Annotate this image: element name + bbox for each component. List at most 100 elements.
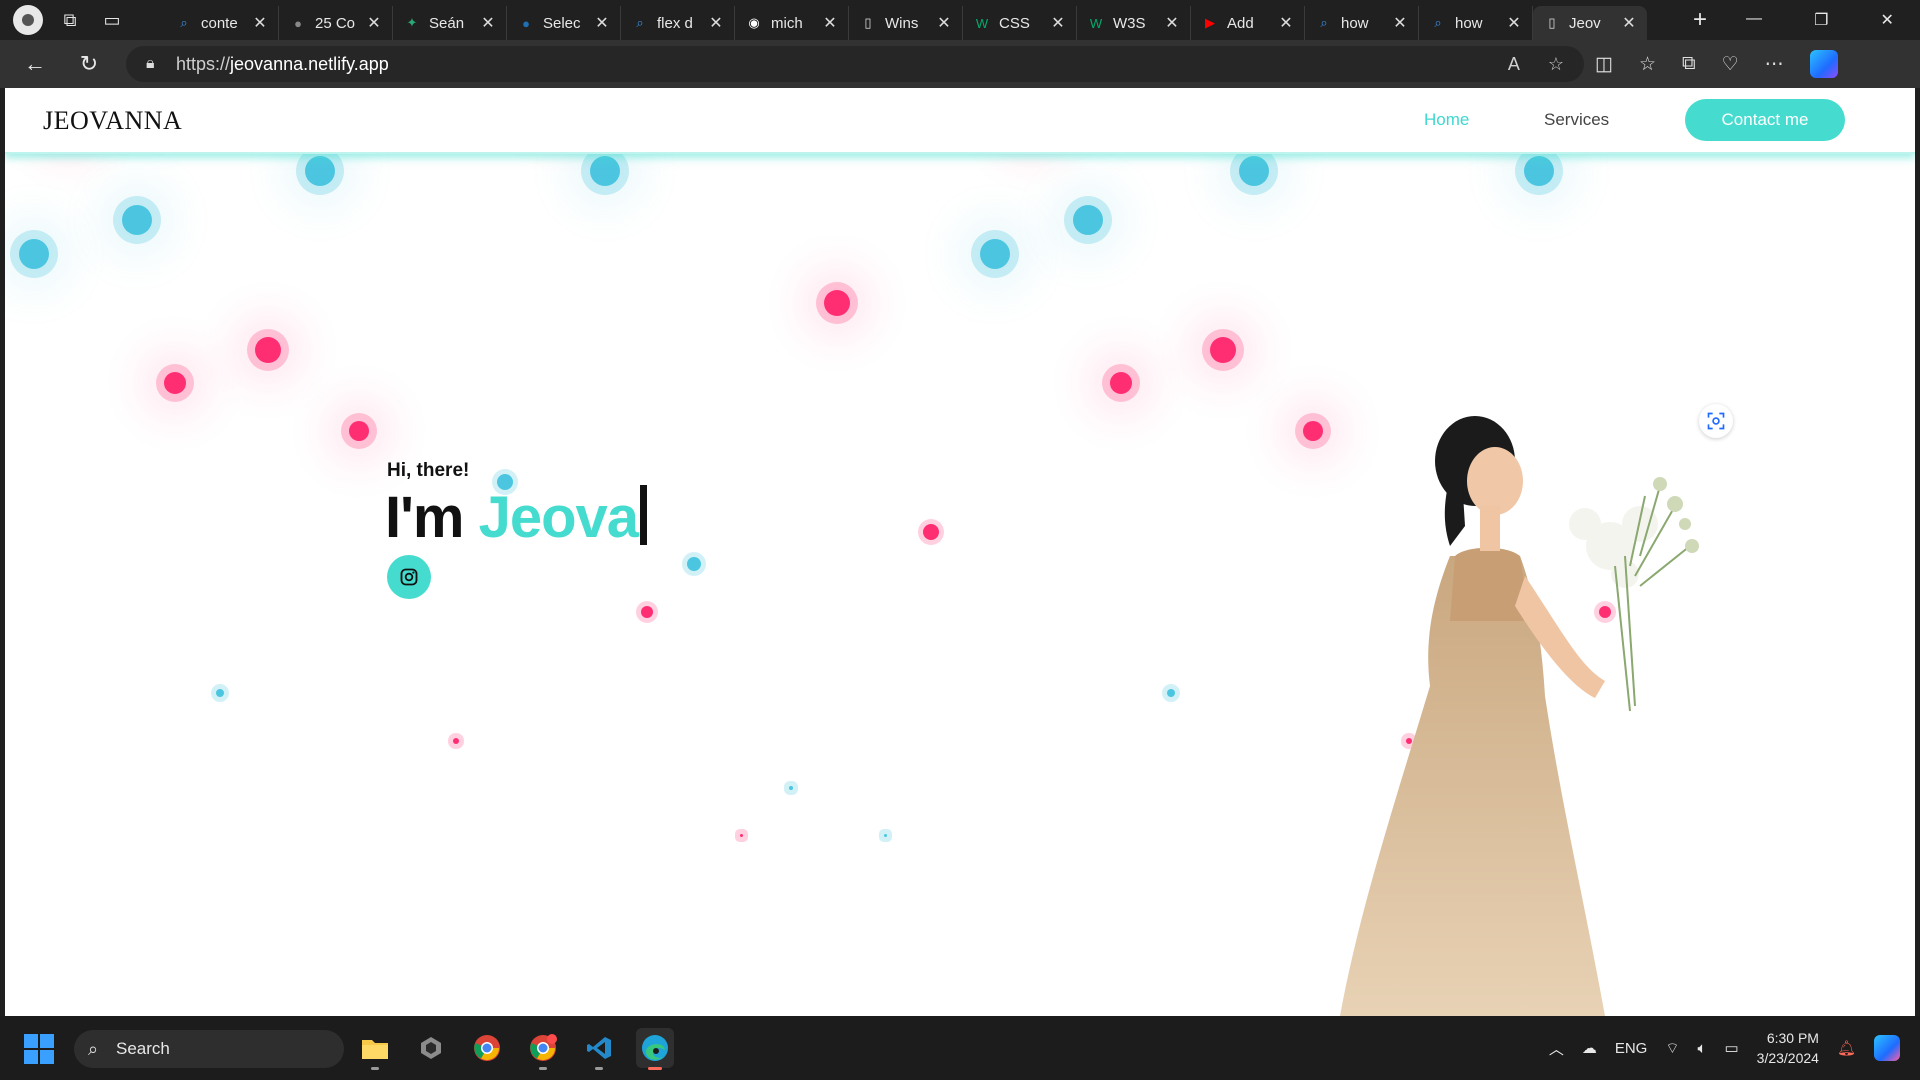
- battery-icon[interactable]: ▭: [1724, 1039, 1738, 1057]
- chevron-up-icon[interactable]: ︿: [1549, 1038, 1564, 1059]
- browser-tab[interactable]: ⌕ conte ✕: [165, 6, 279, 40]
- tab-title: Add: [1227, 14, 1254, 32]
- notification-bell-icon[interactable]: 🔔︎: [1837, 1039, 1856, 1057]
- new-tab-button[interactable]: +: [1680, 6, 1720, 34]
- edge-icon[interactable]: [636, 1028, 674, 1070]
- browser-tab[interactable]: ▯ Jeov ✕: [1533, 6, 1647, 40]
- star-icon: ✦: [406, 15, 418, 30]
- file-explorer-icon[interactable]: [356, 1028, 394, 1070]
- close-tab-icon[interactable]: ✕: [1278, 13, 1294, 33]
- settings-app-icon[interactable]: [412, 1028, 450, 1068]
- close-tab-icon[interactable]: ✕: [1050, 13, 1066, 33]
- close-tab-icon[interactable]: ✕: [1164, 13, 1180, 33]
- language-indicator[interactable]: ENG: [1615, 1040, 1648, 1057]
- wifi-icon[interactable]: ⌔: [1665, 1039, 1679, 1058]
- copilot-icon[interactable]: [1809, 50, 1838, 78]
- favorite-star-icon[interactable]: ☆: [1548, 54, 1564, 75]
- split-screen-icon[interactable]: ◫: [1595, 53, 1613, 76]
- page-icon: ▯: [1548, 15, 1556, 30]
- vscode-icon[interactable]: [580, 1028, 618, 1070]
- pink-particle-dot: [255, 337, 281, 363]
- chrome-notify-icon[interactable]: [524, 1028, 562, 1070]
- volume-icon[interactable]: 🔈︎: [1697, 1040, 1706, 1057]
- youtube-icon: ▶: [1205, 15, 1215, 30]
- close-tab-icon[interactable]: ✕: [1621, 13, 1637, 33]
- pink-particle-dot: [1210, 337, 1236, 363]
- close-tab-icon[interactable]: ✕: [480, 13, 496, 33]
- collections-icon[interactable]: ⧉: [1682, 53, 1696, 75]
- taskbar-clock[interactable]: 6:30 PM 3/23/2024: [1757, 1028, 1819, 1068]
- close-tab-icon[interactable]: ✕: [1392, 13, 1408, 33]
- site-logo[interactable]: JEOVANNA: [43, 106, 182, 136]
- browser-tab[interactable]: ◉ mich ✕: [735, 6, 849, 40]
- search-icon: ⌕: [180, 15, 188, 30]
- search-icon: ⌕: [1320, 15, 1328, 30]
- pink-particle-dot: [641, 606, 653, 618]
- search-icon: ⌕: [636, 15, 644, 30]
- browser-tab[interactable]: ⌕ flex d ✕: [621, 6, 735, 40]
- tab-title: Jeov: [1569, 14, 1601, 32]
- minimize-icon[interactable]: —: [1746, 10, 1762, 30]
- browser-tab[interactable]: W CSS ✕: [963, 6, 1077, 40]
- refresh-button[interactable]: ↻: [64, 51, 114, 77]
- pink-particle-dot: [1110, 372, 1132, 394]
- clock-date: 3/23/2024: [1756, 1050, 1819, 1066]
- tab-title: conte: [201, 14, 238, 32]
- browser-tab[interactable]: ● Selec ✕: [507, 6, 621, 40]
- back-button[interactable]: ←: [10, 51, 60, 77]
- blue-particle-dot: [1167, 689, 1175, 697]
- close-tab-icon[interactable]: ✕: [366, 13, 382, 33]
- greeting-text: Hi, there!: [387, 460, 470, 481]
- browser-tab[interactable]: ▶ Add ✕: [1191, 6, 1305, 40]
- chrome-icon[interactable]: [468, 1028, 506, 1068]
- more-menu-icon[interactable]: ⋯: [1765, 53, 1784, 76]
- pink-particle-dot: [453, 738, 459, 744]
- browser-essentials-icon[interactable]: ♡: [1722, 53, 1739, 76]
- close-window-icon[interactable]: ✕: [1881, 10, 1894, 30]
- blue-particle-dot: [216, 689, 224, 697]
- close-tab-icon[interactable]: ✕: [594, 13, 610, 33]
- blue-particle-dot: [122, 205, 152, 235]
- workspaces-icon[interactable]: ⧉: [52, 4, 88, 36]
- tab-title: 25 Co: [315, 14, 356, 32]
- copilot-taskbar-icon[interactable]: [1874, 1035, 1900, 1061]
- instagram-button[interactable]: [387, 555, 431, 599]
- url-field[interactable]: 🔒︎ https://jeovanna.netlify.app A ☆: [126, 46, 1584, 82]
- close-tab-icon[interactable]: ✕: [252, 13, 268, 33]
- browser-tab[interactable]: ▯ Wins ✕: [849, 6, 963, 40]
- close-tab-icon[interactable]: ✕: [822, 13, 838, 33]
- browser-tab[interactable]: ✦ Seán ✕: [393, 6, 507, 40]
- site-icon: ●: [294, 15, 302, 31]
- blue-particle-dot: [1073, 205, 1103, 235]
- read-aloud-icon[interactable]: A: [1508, 54, 1520, 75]
- contact-me-button[interactable]: Contact me: [1685, 99, 1845, 141]
- github-icon: ◉: [748, 15, 760, 30]
- tab-strip: ⌕ conte ✕ ● 25 Co ✕ ✦ Seán ✕ ● Selec ✕ ⌕ flex d ✕ ◉ mich…: [165, 0, 1680, 40]
- instagram-icon: [400, 568, 418, 586]
- tab-actions-icon[interactable]: ▭: [94, 4, 130, 36]
- tab-title: how: [1455, 14, 1483, 32]
- close-tab-icon[interactable]: ✕: [708, 13, 724, 33]
- taskbar-search-label: Search: [116, 1039, 170, 1058]
- profile-avatar[interactable]: [10, 4, 46, 36]
- favorites-icon[interactable]: ☆: [1639, 53, 1656, 76]
- close-tab-icon[interactable]: ✕: [1506, 13, 1522, 33]
- blue-particle-dot: [1239, 156, 1269, 186]
- headline-name: Jeova: [478, 485, 639, 550]
- restore-icon[interactable]: ❐: [1814, 10, 1828, 30]
- browser-tab[interactable]: W W3S ✕: [1077, 6, 1191, 40]
- address-bar-row: ← ↻ 🔒︎ https://jeovanna.netlify.app A ☆ …: [0, 40, 1920, 88]
- close-tab-icon[interactable]: ✕: [936, 13, 952, 33]
- taskbar-search-box[interactable]: ⌕ Search: [74, 1030, 344, 1068]
- browser-tab[interactable]: ● 25 Co ✕: [279, 6, 393, 40]
- tab-title: flex d: [657, 14, 693, 32]
- browser-tab[interactable]: ⌕ how ✕: [1419, 6, 1533, 40]
- blue-particle-dot: [884, 834, 887, 837]
- browser-tab[interactable]: ⌕ how ✕: [1305, 6, 1419, 40]
- windows-taskbar: ⌕ Search ︿ ☁ ENG ⌔ 🔈︎ ▭ 6:30 PM 3/23/202…: [0, 1016, 1920, 1080]
- page-icon: ▯: [864, 15, 872, 30]
- onedrive-cloud-icon[interactable]: ☁: [1582, 1039, 1597, 1057]
- nav-services-link[interactable]: Services: [1544, 110, 1609, 130]
- nav-home-link[interactable]: Home: [1424, 110, 1469, 130]
- windows-start-icon[interactable]: [24, 1034, 54, 1064]
